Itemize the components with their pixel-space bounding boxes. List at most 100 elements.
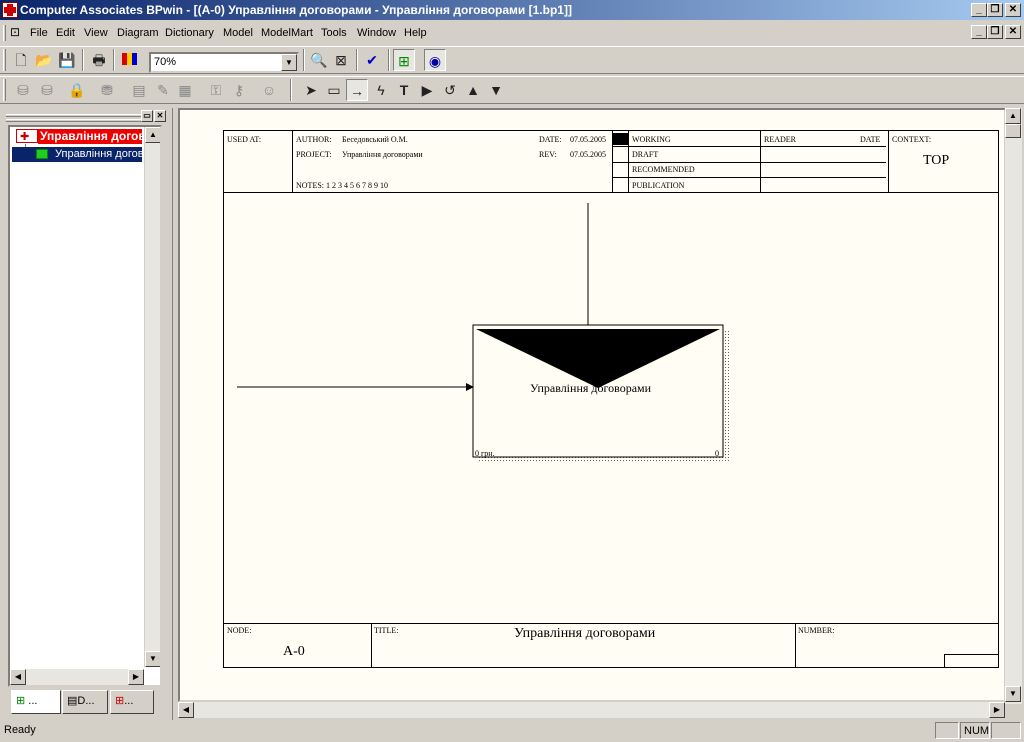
grid-icon[interactable]: ▦ bbox=[174, 79, 196, 101]
menu-help[interactable]: Help bbox=[404, 27, 427, 39]
check-out-icon[interactable]: ⛁ bbox=[36, 79, 58, 101]
title-bar: Computer Associates BPwin - [(A-0) Управ… bbox=[0, 0, 1024, 20]
panel-close-button[interactable]: ✕ bbox=[154, 110, 166, 122]
diagram-root-icon: ✚ bbox=[16, 129, 38, 143]
rotate-icon[interactable]: ↺ bbox=[439, 79, 461, 101]
merge-icon[interactable]: ⛃ bbox=[96, 79, 118, 101]
toolbar-grip[interactable] bbox=[3, 49, 6, 71]
report-icon[interactable]: ▤ bbox=[128, 79, 150, 101]
scroll-up-icon[interactable]: ▲ bbox=[145, 127, 160, 143]
author-value: Беседовський О.М. bbox=[342, 135, 408, 144]
document-icon[interactable]: ⊡ bbox=[10, 25, 20, 39]
window-title: Computer Associates BPwin - [(A-0) Управ… bbox=[20, 3, 572, 17]
bpwin-app-icon[interactable] bbox=[2, 2, 18, 18]
zoom-in-icon[interactable]: 🔍 bbox=[308, 49, 330, 71]
idef0-frame: USED AT: AUTHOR: Беседовський О.М. PROJE… bbox=[223, 130, 999, 668]
scroll-right-icon[interactable]: ▶ bbox=[128, 669, 144, 685]
menu-model[interactable]: Model bbox=[223, 27, 253, 39]
node-value: A-0 bbox=[283, 644, 305, 659]
modelmart-icon[interactable]: ◉ bbox=[424, 49, 446, 71]
scroll-down-icon[interactable]: ▼ bbox=[145, 651, 160, 667]
canvas-scroll-left-icon[interactable]: ◀ bbox=[178, 702, 194, 718]
tree-root-item[interactable]: Управління догов bbox=[38, 129, 142, 144]
canvas-vertical-scrollbar[interactable]: ▲ ▼ bbox=[1005, 108, 1022, 704]
arrow-tool-icon[interactable]: → bbox=[346, 79, 368, 101]
activity-cost: 0 грн. bbox=[475, 449, 495, 458]
status-text: Ready bbox=[4, 724, 36, 736]
color-icon[interactable] bbox=[118, 49, 140, 71]
menu-tools[interactable]: Tools bbox=[321, 27, 347, 39]
keys-icon[interactable]: ⚷ bbox=[228, 79, 250, 101]
menu-dictionary[interactable]: Dictionary bbox=[165, 27, 214, 39]
canvas-scroll-up-icon[interactable]: ▲ bbox=[1005, 108, 1021, 124]
tree-vertical-scrollbar[interactable]: ▲ ▼ bbox=[144, 127, 160, 667]
diagram-header: USED AT: AUTHOR: Беседовський О.М. PROJE… bbox=[224, 131, 998, 193]
scroll-left-icon[interactable]: ◀ bbox=[10, 669, 26, 685]
text-tool-icon[interactable]: T bbox=[393, 79, 415, 101]
context-label: CONTEXT: bbox=[892, 135, 932, 144]
diagram-workspace[interactable]: USED AT: AUTHOR: Беседовський О.М. PROJE… bbox=[178, 108, 1006, 702]
activity-box-icon bbox=[36, 149, 48, 159]
menu-file[interactable]: File bbox=[30, 27, 48, 39]
minimize-button[interactable]: _ bbox=[971, 3, 987, 17]
diagram-canvas bbox=[237, 203, 730, 463]
save-icon[interactable]: 💾 bbox=[56, 49, 78, 71]
canvas-scroll-down-icon[interactable]: ▼ bbox=[1005, 686, 1021, 702]
tree-horizontal-scrollbar[interactable]: ◀ ▶ bbox=[10, 669, 144, 685]
tab-objects[interactable]: ⊞... bbox=[110, 690, 154, 714]
security-icon[interactable]: ⚿ bbox=[205, 79, 227, 101]
box-tool-icon[interactable]: ▭ bbox=[323, 79, 345, 101]
edit-report-icon[interactable]: ✎ bbox=[152, 79, 174, 101]
menu-bar: ⊡ File Edit View Diagram Dictionary Mode… bbox=[0, 22, 1024, 44]
menu-window[interactable]: Window bbox=[357, 27, 396, 39]
tab-diagrams[interactable]: ▤D... bbox=[62, 690, 108, 714]
new-icon[interactable]: 🗋 bbox=[10, 49, 32, 71]
canvas-scroll-thumb[interactable] bbox=[1005, 124, 1021, 138]
date-value: 07.05.2005 bbox=[570, 135, 606, 144]
tab-activities[interactable]: ⊞ ... bbox=[11, 690, 61, 714]
status-publication: PUBLICATION bbox=[632, 181, 685, 190]
panel-restore-button[interactable]: ▭ bbox=[141, 110, 153, 122]
check-in-icon[interactable]: ⛁ bbox=[12, 79, 34, 101]
canvas-scroll-right-icon[interactable]: ▶ bbox=[989, 702, 1005, 718]
zoom-fit-icon[interactable]: ⊠ bbox=[330, 49, 352, 71]
doc-minimize-button[interactable]: _ bbox=[971, 25, 987, 39]
zoom-select[interactable]: 70% ▼ bbox=[149, 52, 299, 73]
tree-child-label: Управління догов bbox=[55, 148, 144, 160]
print-icon[interactable]: 🖶 bbox=[88, 49, 110, 71]
title-value: Управління договорами bbox=[514, 626, 656, 641]
spellcheck-icon[interactable]: ✔ bbox=[361, 49, 383, 71]
menu-grip[interactable] bbox=[3, 25, 6, 41]
menu-diagram[interactable]: Diagram bbox=[117, 27, 159, 39]
number-box bbox=[944, 654, 998, 668]
notes-label: NOTES: 1 2 3 4 5 6 7 8 9 10 bbox=[296, 181, 388, 190]
activity-number: 0 bbox=[715, 449, 719, 458]
num-lock-indicator: NUM bbox=[960, 722, 990, 739]
activity-box-label: Управління договорами bbox=[530, 381, 652, 395]
pointer-tool-icon[interactable]: ➤ bbox=[300, 79, 322, 101]
restore-button[interactable]: ❐ bbox=[987, 3, 1003, 17]
menu-edit[interactable]: Edit bbox=[56, 27, 75, 39]
doc-restore-button[interactable]: ❐ bbox=[987, 25, 1003, 39]
open-icon[interactable]: 📂 bbox=[33, 49, 55, 71]
go-sibling-icon[interactable]: ▶ bbox=[416, 79, 438, 101]
model-explorer-icon[interactable]: ⊞ bbox=[393, 49, 415, 71]
lock-icon[interactable]: 🔒 bbox=[66, 79, 88, 101]
activities-tab-icon: ⊞ bbox=[16, 695, 26, 707]
go-child-icon[interactable]: ▼ bbox=[485, 79, 507, 101]
menu-modelmart[interactable]: ModelMart bbox=[261, 27, 313, 39]
go-parent-icon[interactable]: ▲ bbox=[462, 79, 484, 101]
diagram-footer: NODE: A-0 TITLE: Управління договорами N… bbox=[224, 623, 998, 668]
close-button[interactable]: ✕ bbox=[1005, 3, 1021, 17]
squiggle-tool-icon[interactable]: ϟ bbox=[370, 79, 392, 101]
chevron-down-icon[interactable]: ▼ bbox=[281, 54, 297, 71]
canvas-horizontal-scrollbar[interactable]: ◀ ▶ bbox=[178, 702, 1005, 718]
doc-close-button[interactable]: ✕ bbox=[1005, 25, 1021, 39]
menu-view[interactable]: View bbox=[84, 27, 108, 39]
objects-tab-icon: ⊞ bbox=[115, 695, 125, 707]
status-working: WORKING bbox=[632, 135, 671, 144]
context-value: TOP bbox=[923, 153, 950, 168]
rev-value: 07.05.2005 bbox=[570, 150, 606, 159]
users-icon[interactable]: ☺ bbox=[258, 79, 280, 101]
tree-child-row[interactable]: Управління догов bbox=[12, 147, 144, 162]
